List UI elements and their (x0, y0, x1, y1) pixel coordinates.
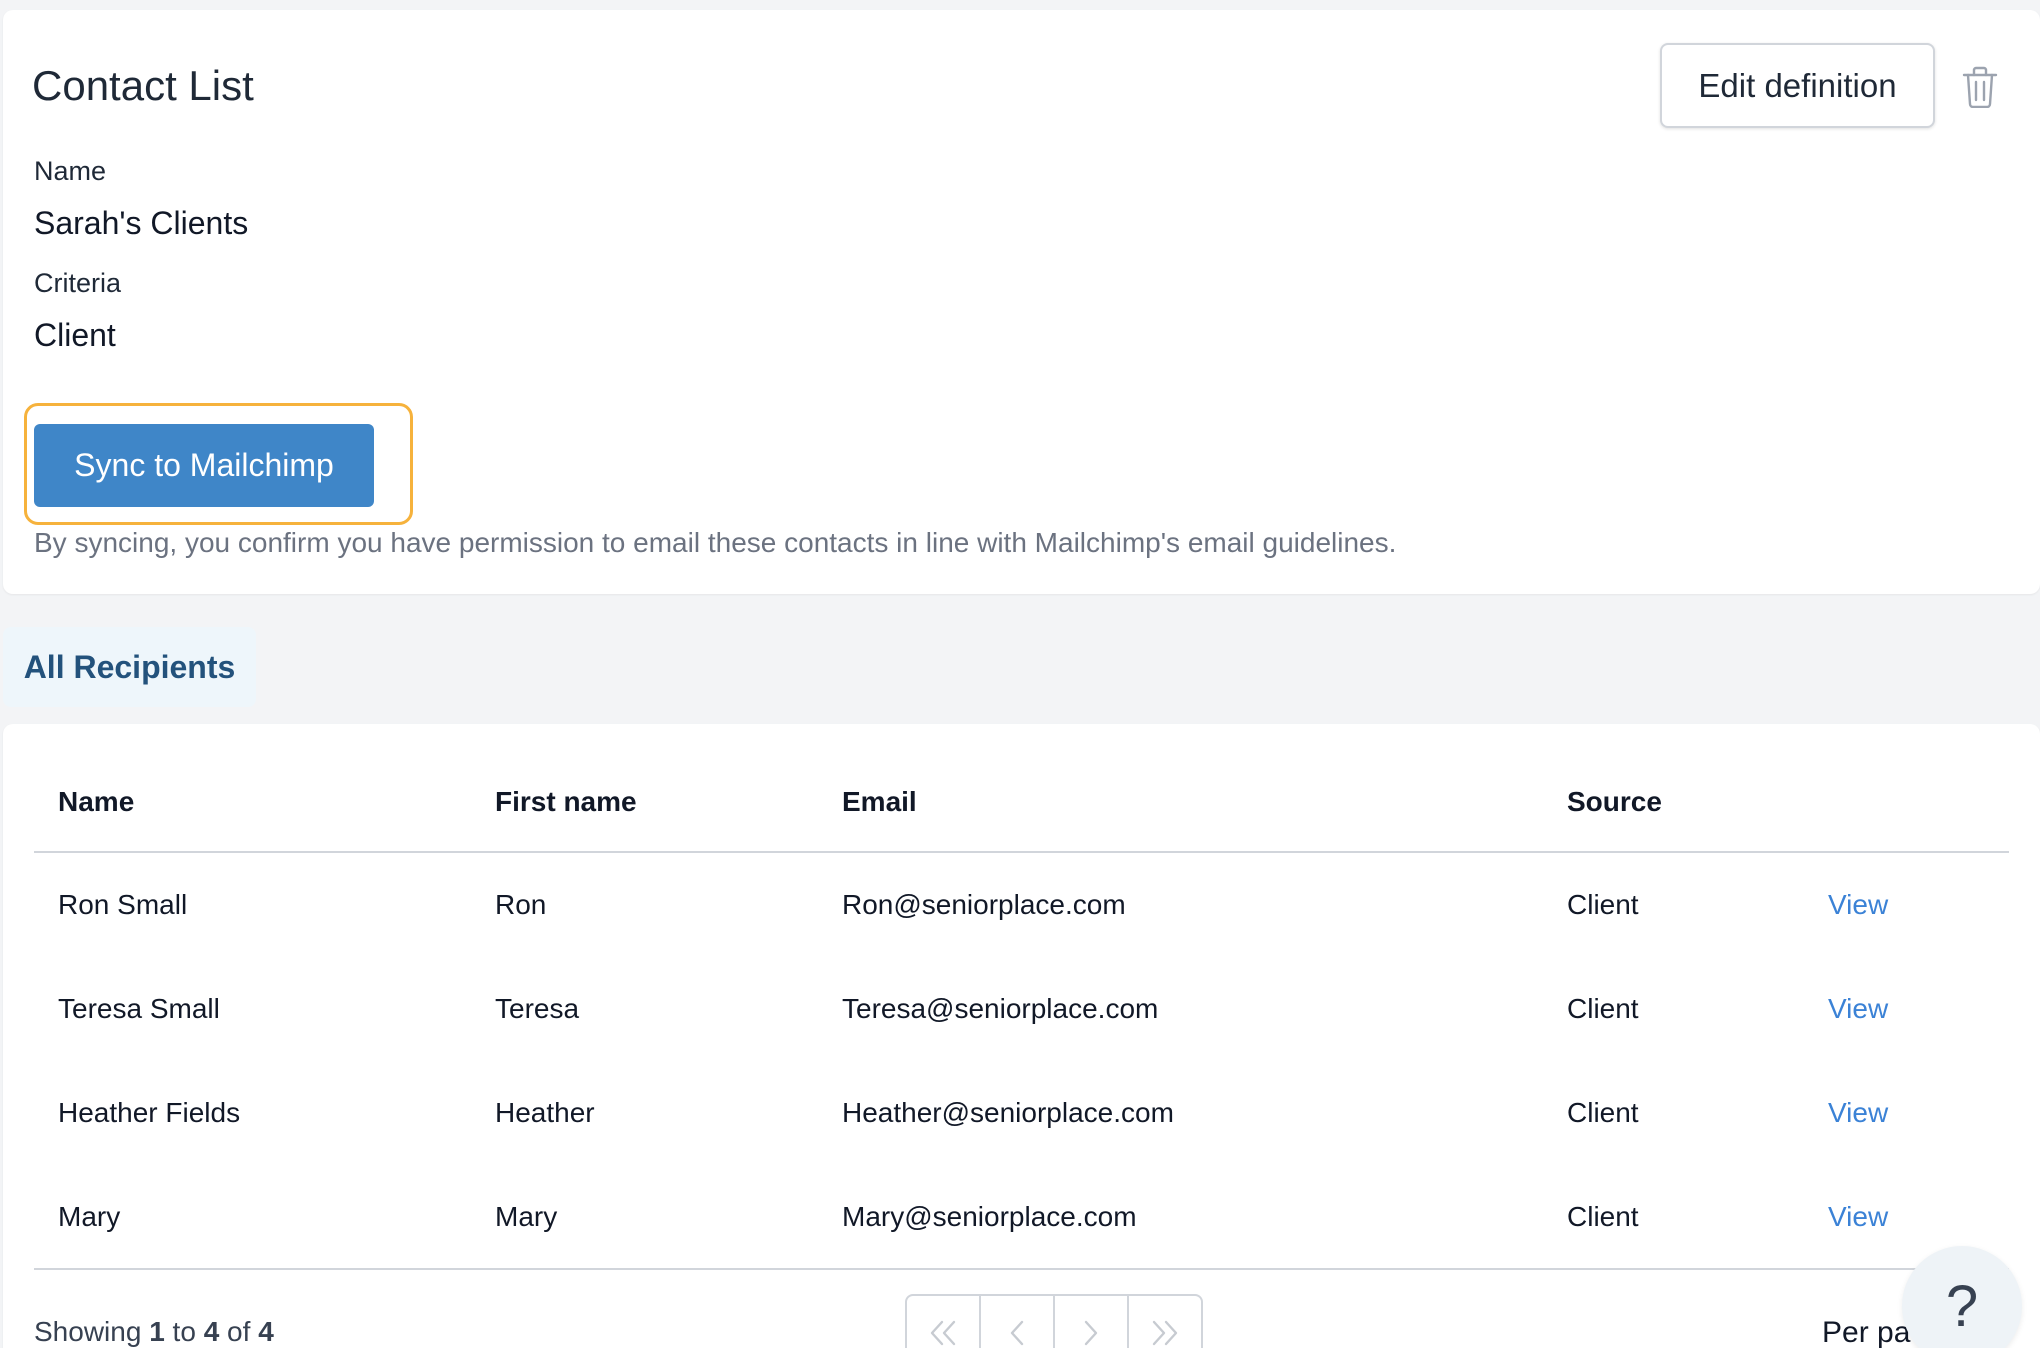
cell-name: Heather Fields (58, 1097, 241, 1128)
view-link[interactable]: View (1828, 1165, 1888, 1269)
cell-first-name: Mary (495, 1201, 558, 1232)
cell-source: Client (1567, 993, 1639, 1024)
cell-email: Mary@seniorplace.com (842, 1201, 1137, 1232)
name-label: Name (34, 156, 107, 186)
per-page-label: Per pa (1822, 1316, 1911, 1348)
column-header-email: Email (842, 786, 917, 817)
pagination-summary: Showing 1 to 4 of 4 (34, 1316, 274, 1348)
showing-total: 4 (258, 1316, 274, 1347)
name-value: Sarah's Clients (34, 205, 249, 241)
column-header-source: Source (1567, 786, 1662, 817)
cell-source: Client (1567, 1097, 1639, 1128)
sync-disclaimer: By syncing, you confirm you have permiss… (34, 527, 1397, 558)
cell-email: Heather@seniorplace.com (842, 1097, 1174, 1128)
cell-first-name: Ron (495, 889, 547, 920)
view-link[interactable]: View (1828, 1061, 1888, 1165)
prev-page-icon (1007, 1320, 1027, 1348)
cell-first-name: Teresa (495, 993, 580, 1024)
criteria-label: Criteria (34, 268, 122, 298)
first-page-button[interactable] (907, 1296, 981, 1348)
column-header-name: Name (58, 786, 135, 817)
cell-name: Mary (58, 1201, 121, 1232)
page-title: Contact List (32, 62, 254, 109)
column-header-first-name: First name (495, 786, 637, 817)
edit-definition-button[interactable]: Edit definition (1660, 43, 1935, 128)
showing-to: 4 (203, 1316, 220, 1347)
table-row: Heather Fields Heather Heather@seniorpla… (0, 1061, 2040, 1165)
next-page-button[interactable] (1055, 1296, 1129, 1348)
cell-source: Client (1567, 889, 1639, 920)
table-footer-divider (34, 1268, 2009, 1270)
table-row: Teresa Small Teresa Teresa@seniorplace.c… (0, 957, 2040, 1061)
cell-email: Teresa@seniorplace.com (842, 993, 1159, 1024)
last-page-icon (1150, 1320, 1180, 1348)
sync-to-mailchimp-button[interactable]: Sync to Mailchimp (34, 424, 374, 507)
pagination-controls (905, 1294, 1203, 1348)
next-page-icon (1081, 1320, 1101, 1348)
showing-to-word: to (172, 1316, 196, 1347)
cell-first-name: Heather (495, 1097, 595, 1128)
showing-of-word: of (227, 1316, 251, 1347)
tab-all-recipients[interactable]: All Recipients (3, 627, 256, 707)
table-row: Mary Mary Mary@seniorplace.com Client Vi… (0, 1165, 2040, 1269)
showing-prefix: Showing (34, 1316, 142, 1347)
prev-page-button[interactable] (981, 1296, 1055, 1348)
trash-icon[interactable] (1962, 66, 1998, 109)
view-link[interactable]: View (1828, 853, 1888, 957)
cell-name: Teresa Small (58, 993, 220, 1024)
showing-from: 1 (149, 1316, 165, 1347)
question-mark-icon: ? (1945, 1273, 1979, 1339)
last-page-button[interactable] (1129, 1296, 1201, 1348)
cell-name: Ron Small (58, 889, 188, 920)
table-row: Ron Small Ron Ron@seniorplace.com Client… (0, 853, 2040, 957)
first-page-icon (928, 1320, 958, 1348)
criteria-value: Client (34, 317, 116, 353)
cell-email: Ron@seniorplace.com (842, 889, 1126, 920)
view-link[interactable]: View (1828, 957, 1888, 1061)
cell-source: Client (1567, 1201, 1639, 1232)
